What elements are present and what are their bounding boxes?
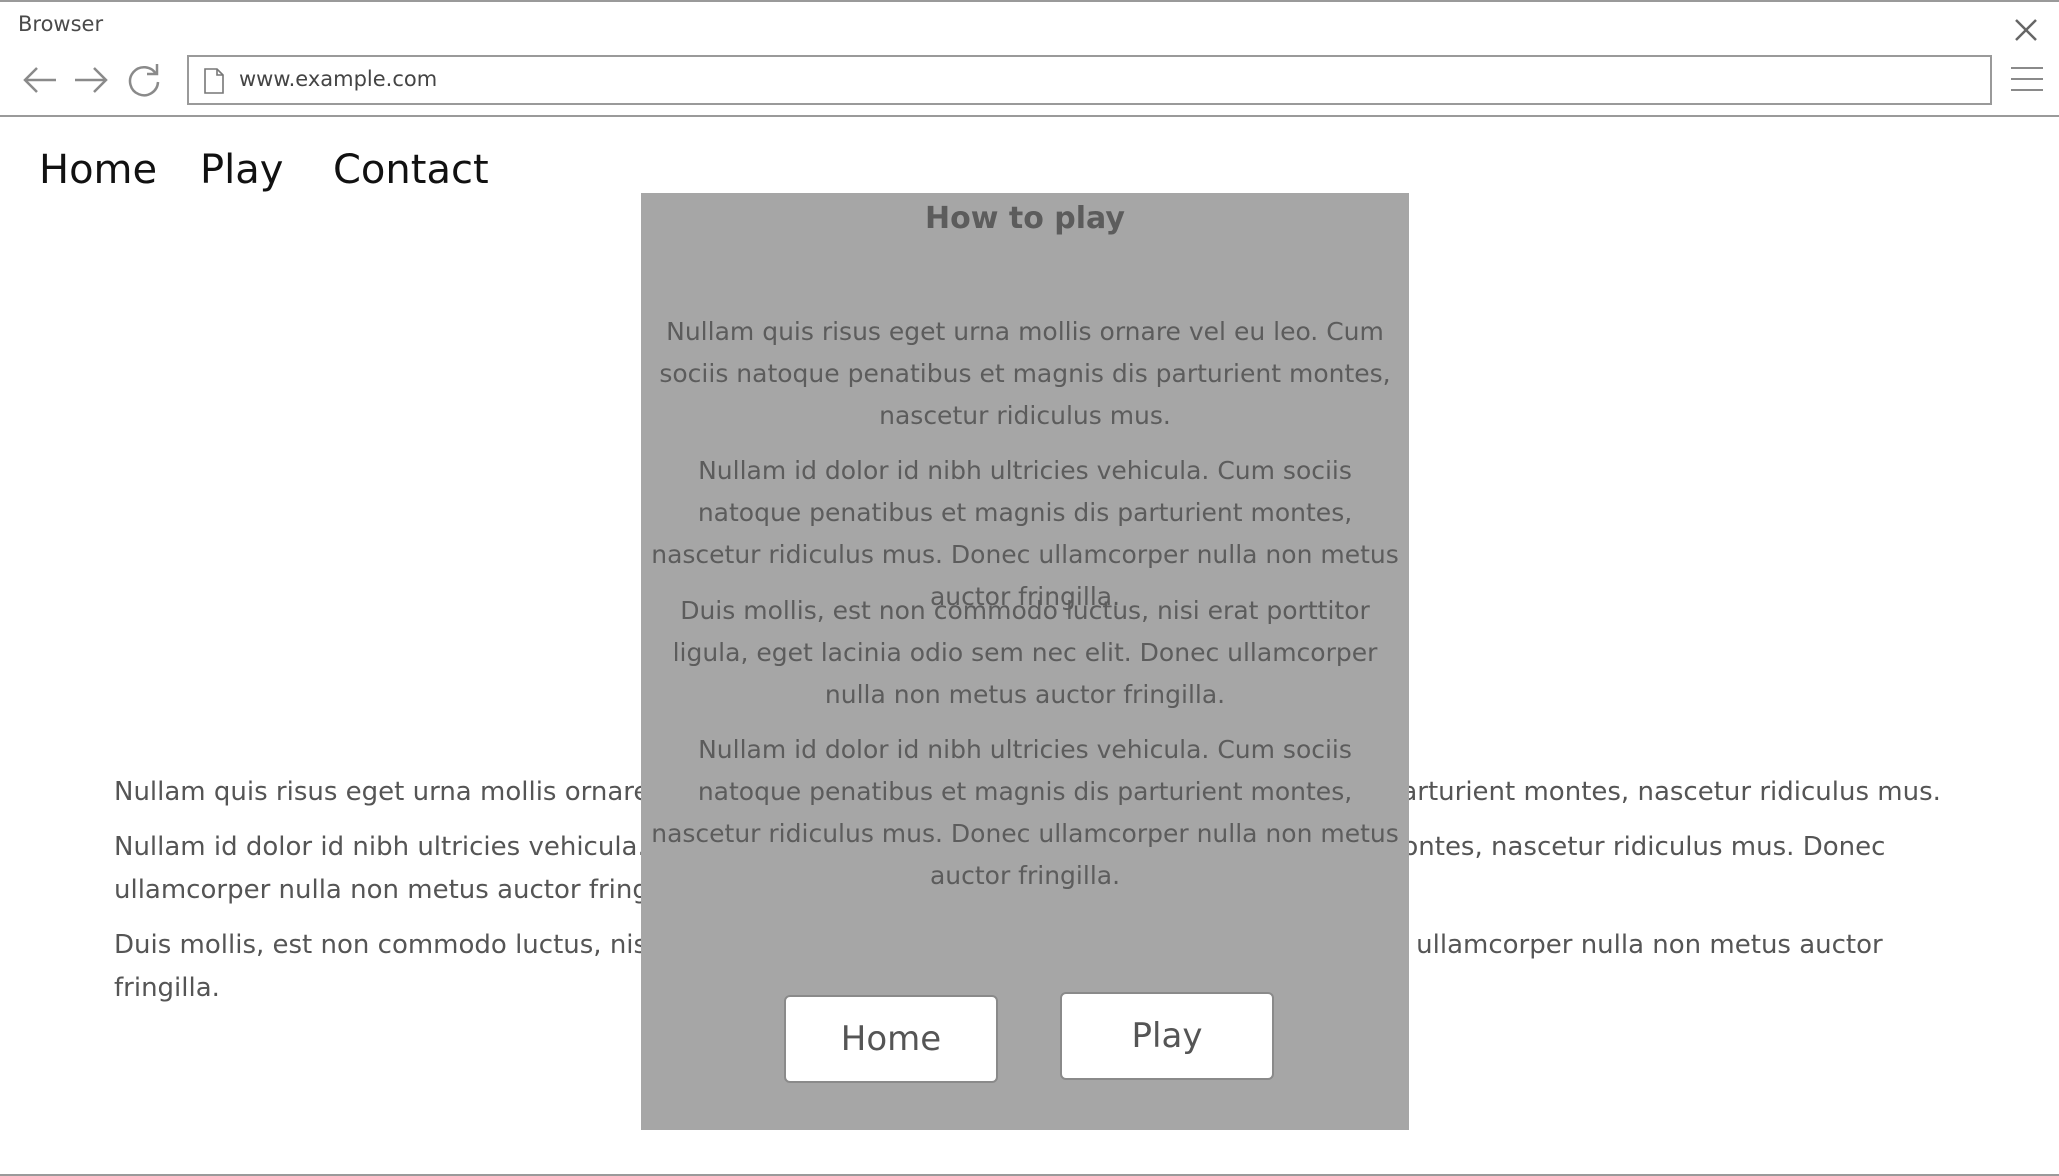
modal-paragraph: Nullam quis risus eget urna mollis ornar… bbox=[659, 317, 1391, 430]
page-icon bbox=[204, 68, 224, 94]
how-to-play-modal: How to play Nullam quis risus eget urna … bbox=[641, 193, 1409, 1130]
back-arrow-icon[interactable] bbox=[22, 62, 58, 98]
reload-icon[interactable] bbox=[126, 62, 162, 98]
play-button[interactable]: Play bbox=[1060, 992, 1274, 1080]
address-bar[interactable]: www.example.com bbox=[187, 55, 1992, 105]
nav-play-link[interactable]: Play bbox=[200, 147, 283, 193]
window-title: Browser bbox=[18, 12, 104, 36]
modal-paragraph: Nullam id dolor id nibh ultricies vehicu… bbox=[651, 735, 1399, 890]
url-text: www.example.com bbox=[239, 67, 438, 91]
browser-window: Browser www.example.com Home Play Contac… bbox=[0, 0, 2059, 1176]
browser-chrome: Browser www.example.com bbox=[0, 2, 2059, 117]
modal-title: How to play bbox=[925, 201, 1125, 236]
nav-contact-link[interactable]: Contact bbox=[333, 147, 489, 193]
forward-arrow-icon[interactable] bbox=[73, 62, 109, 98]
close-icon[interactable] bbox=[2012, 16, 2040, 44]
modal-paragraph: Duis mollis, est non commodo luctus, nis… bbox=[672, 596, 1378, 709]
hamburger-menu-icon[interactable] bbox=[2011, 64, 2043, 94]
home-button[interactable]: Home bbox=[784, 995, 998, 1083]
nav-home-link[interactable]: Home bbox=[39, 147, 157, 193]
